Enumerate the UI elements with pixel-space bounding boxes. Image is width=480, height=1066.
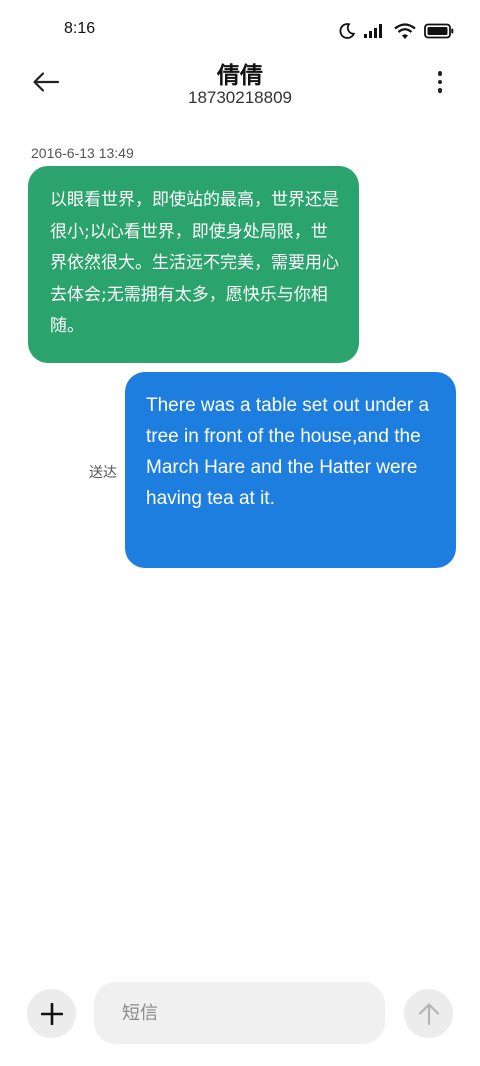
sent-message-bubble[interactable]: There was a table set out under a tree i… — [125, 372, 456, 568]
conversation-header: 倩倩 18730218809 — [0, 52, 480, 116]
message-input[interactable] — [94, 982, 385, 1044]
signal-icon — [364, 23, 386, 39]
contact-name: 倩倩 — [217, 63, 263, 89]
add-attachment-button[interactable] — [27, 989, 76, 1038]
contact-number: 18730218809 — [187, 88, 292, 107]
arrow-up-icon — [418, 1002, 439, 1025]
status-time: 8:16 — [64, 20, 96, 37]
wifi-icon — [394, 22, 416, 40]
moon-icon — [338, 22, 356, 40]
status-icons — [338, 20, 454, 42]
message-timestamp: 2016-6-13 13:49 — [31, 145, 134, 161]
received-message-bubble[interactable]: 以眼看世界，即使站的最高，世界还是很小;以心看世界，即使身处局限，世界依然很大。… — [28, 166, 359, 363]
plus-icon — [40, 1002, 63, 1025]
send-button[interactable] — [404, 989, 453, 1038]
more-options-button[interactable] — [430, 66, 450, 98]
delivery-status: 送达 — [89, 465, 117, 481]
battery-icon — [424, 23, 454, 39]
more-vertical-icon — [437, 71, 443, 76]
